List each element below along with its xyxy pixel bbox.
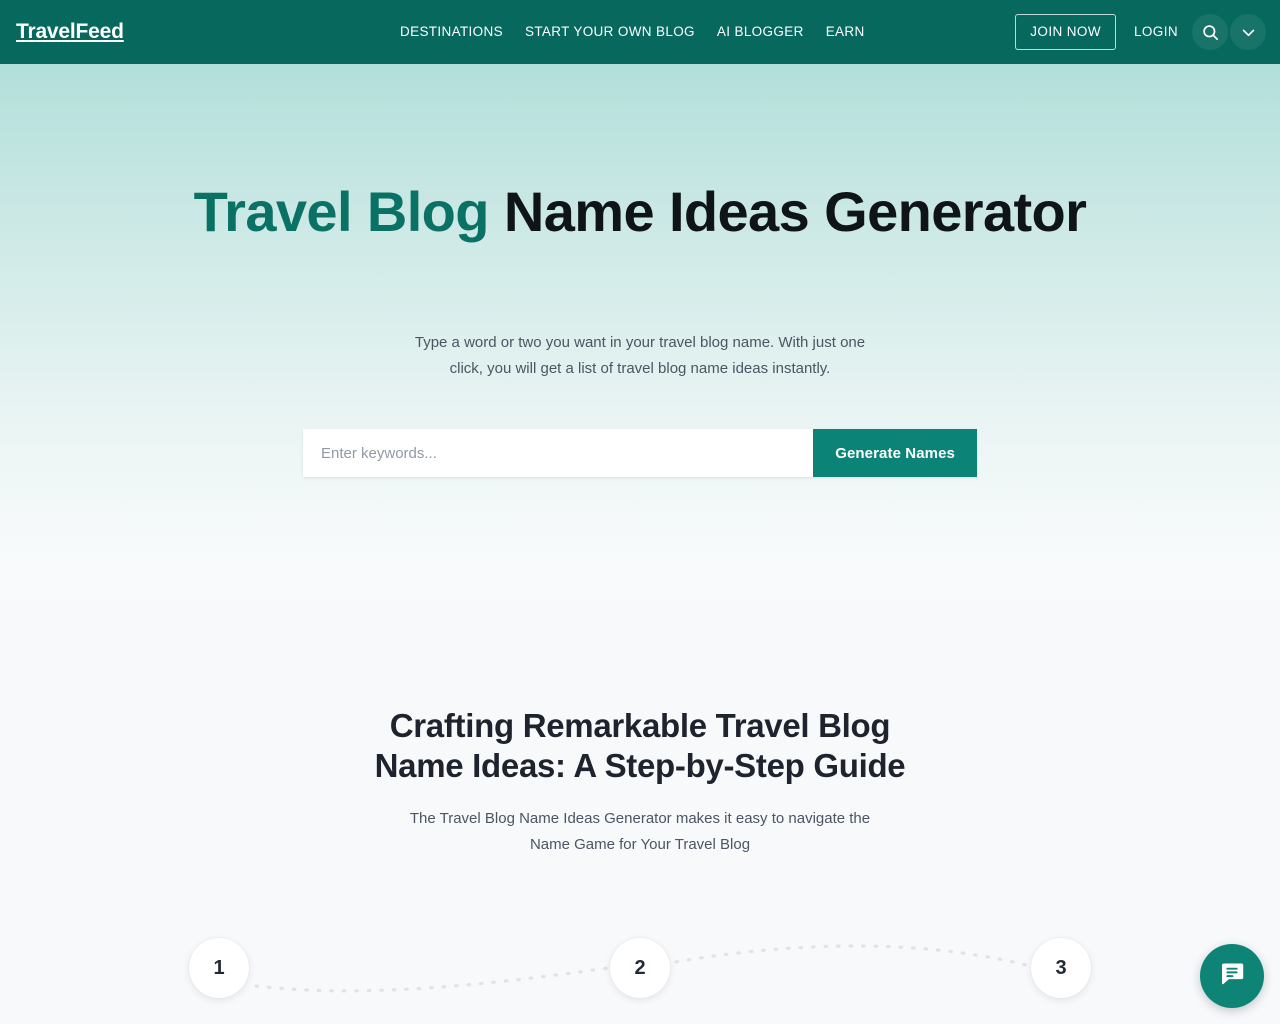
- login-link[interactable]: LOGIN: [1134, 23, 1178, 41]
- hero-subtitle: Type a word or two you want in your trav…: [0, 330, 1280, 382]
- page-title-rest: Name Ideas Generator: [488, 180, 1087, 243]
- chat-widget-button[interactable]: [1200, 944, 1264, 1008]
- steps-section: Crafting Remarkable Travel Blog Name Ide…: [0, 616, 1280, 1024]
- steps-track: 1 2 3: [0, 916, 1280, 1024]
- nav-item-destinations[interactable]: DESTINATIONS: [400, 23, 514, 41]
- chevron-down-icon: [1240, 24, 1257, 41]
- nav-item-earn[interactable]: EARN: [815, 23, 876, 41]
- step-circle-1[interactable]: 1: [189, 938, 249, 998]
- steps-subtitle: The Travel Blog Name Ideas Generator mak…: [0, 806, 1280, 858]
- page-title: Travel Blog Name Ideas Generator: [0, 182, 1280, 242]
- site-logo[interactable]: TravelFeed: [16, 19, 124, 45]
- join-now-button[interactable]: JOIN NOW: [1015, 14, 1116, 50]
- steps-subtitle-line2: Name Game for Your Travel Blog: [529, 836, 751, 853]
- steps-heading-line2: Name Ideas: A Step-by-Step Guide: [374, 747, 906, 784]
- steps-subtitle-line1: The Travel Blog Name Ideas Generator mak…: [409, 810, 871, 827]
- site-header: TravelFeed DESTINATIONS START YOUR OWN B…: [0, 0, 1280, 64]
- steps-heading: Crafting Remarkable Travel Blog Name Ide…: [0, 706, 1280, 786]
- main-navigation: DESTINATIONS START YOUR OWN BLOG AI BLOG…: [400, 23, 876, 41]
- step-circle-2[interactable]: 2: [610, 938, 670, 998]
- search-button[interactable]: [1192, 14, 1228, 50]
- generate-names-button[interactable]: Generate Names: [813, 429, 977, 477]
- nav-item-ai-blogger[interactable]: AI BLOGGER: [706, 23, 815, 41]
- keyword-search-bar: Generate Names: [303, 429, 977, 477]
- chat-bubble-icon: [1218, 960, 1246, 993]
- search-input[interactable]: [303, 429, 814, 477]
- search-icon: [1201, 23, 1220, 42]
- hero-subtitle-line2: click, you will get a list of travel blo…: [449, 360, 831, 377]
- nav-item-start-your-own-blog[interactable]: START YOUR OWN BLOG: [514, 23, 706, 41]
- page-root: TravelFeed DESTINATIONS START YOUR OWN B…: [0, 0, 1280, 1024]
- header-actions: JOIN NOW LOGIN: [1015, 0, 1266, 64]
- hero-subtitle-line1: Type a word or two you want in your trav…: [414, 334, 866, 351]
- account-menu-button[interactable]: [1230, 14, 1266, 50]
- page-title-accent: Travel Blog: [193, 180, 490, 243]
- step-circle-3[interactable]: 3: [1031, 938, 1091, 998]
- hero-section: Travel Blog Name Ideas Generator Type a …: [0, 64, 1280, 616]
- steps-heading-line1: Crafting Remarkable Travel Blog: [389, 707, 891, 744]
